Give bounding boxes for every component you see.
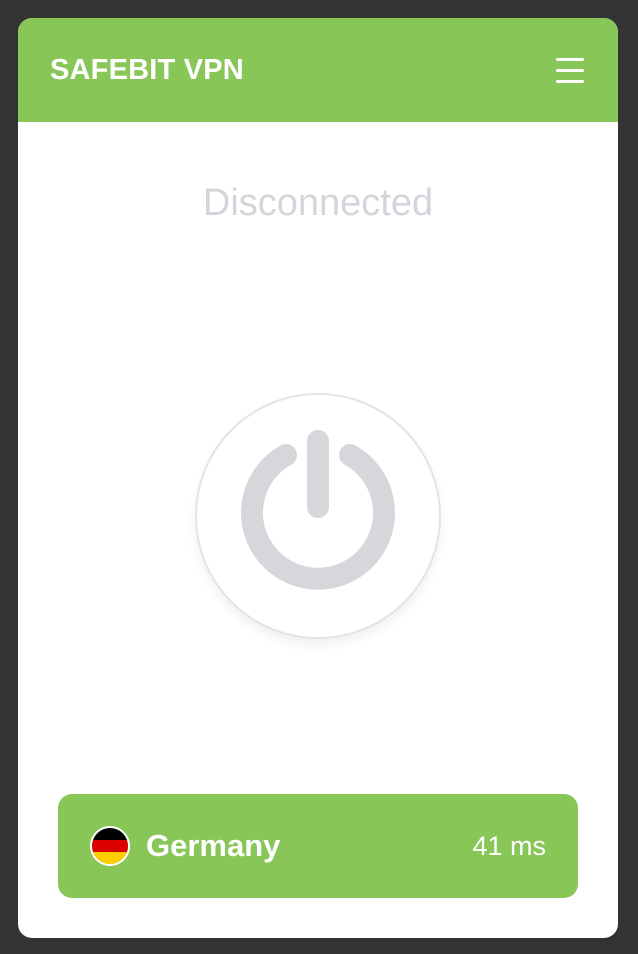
power-icon <box>241 430 395 590</box>
menu-button[interactable] <box>546 54 594 88</box>
app-title: SAFEBIT VPN <box>50 54 244 86</box>
germany-flag-icon <box>90 826 130 866</box>
power-button[interactable] <box>195 393 441 639</box>
latency-value: 41 ms <box>472 831 546 861</box>
hamburger-menu-icon <box>556 58 584 83</box>
country-name: Germany <box>146 828 281 863</box>
connection-status: Disconnected <box>202 182 434 224</box>
app-header: SAFEBIT VPN <box>18 18 618 122</box>
location-selector[interactable]: Germany 41 ms <box>58 794 578 898</box>
vpn-app-window: SAFEBIT VPN Disconnected Germany 41 ms <box>18 18 618 938</box>
